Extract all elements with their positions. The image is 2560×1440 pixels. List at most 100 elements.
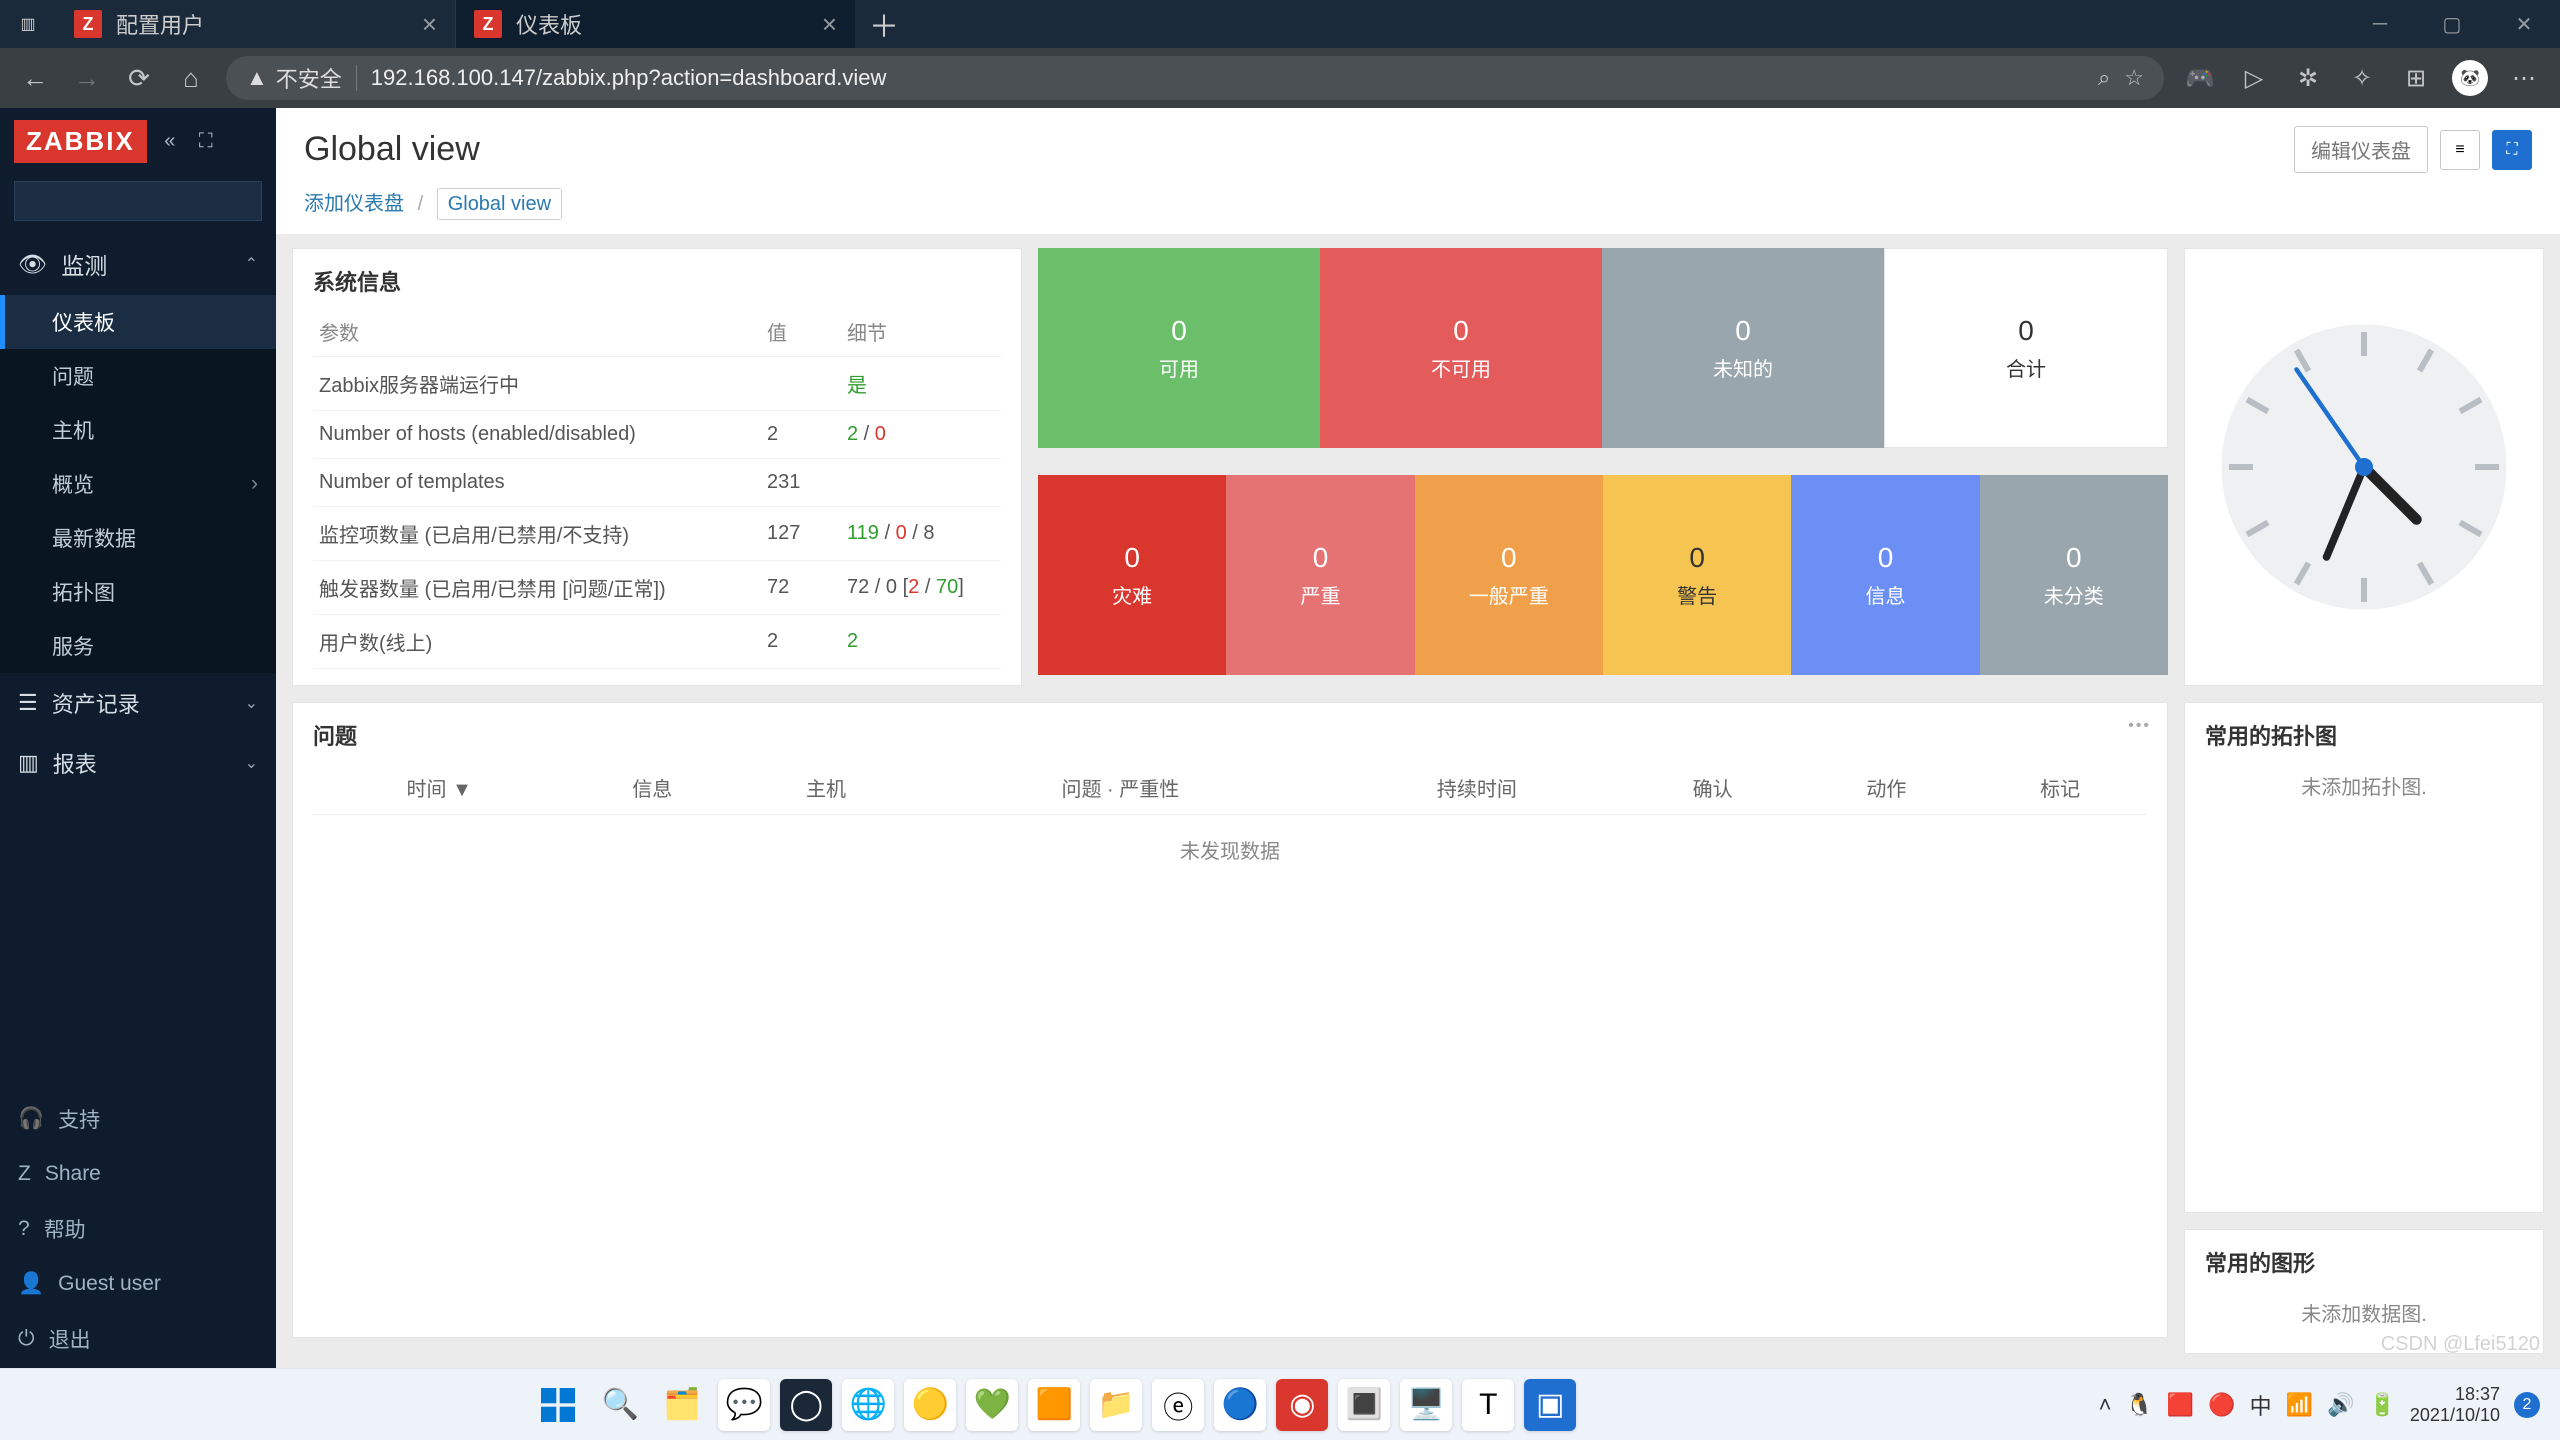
sidebar-bottom-item[interactable]: 👤Guest user [0, 1258, 276, 1310]
breadcrumb-root[interactable]: 添加仪表盘 [304, 193, 404, 215]
list-view-button[interactable]: ≡ [2440, 130, 2480, 170]
col-header[interactable]: 问题 · 严重性 [913, 761, 1328, 815]
search-button[interactable]: 🔍 [594, 1379, 646, 1431]
col-header[interactable]: 确认 [1626, 761, 1800, 815]
home-button[interactable]: ⌂ [174, 61, 208, 95]
tile[interactable]: 0一般严重 [1415, 475, 1603, 675]
task-view-button[interactable]: 🗂️ [656, 1379, 708, 1431]
widget-title: 系统信息 [313, 265, 1001, 297]
maximize-button[interactable]: ▢ [2416, 0, 2488, 48]
close-icon[interactable]: × [422, 9, 437, 40]
tile[interactable]: 0可用 [1038, 248, 1320, 448]
tab-0[interactable]: Z 配置用户 × [56, 0, 456, 48]
sidebar-bottom-item[interactable]: 🎧支持 [0, 1090, 276, 1148]
edit-dashboard-button[interactable]: 编辑仪表盘 [2294, 126, 2428, 173]
extensions-icon[interactable]: ✲ [2290, 60, 2326, 96]
tab-1[interactable]: Z 仪表板 × [456, 0, 856, 48]
volume-icon[interactable]: 🔊 [2327, 1392, 2354, 1418]
fullscreen-button[interactable]: ⛶ [2492, 130, 2532, 170]
close-window-button[interactable]: ✕ [2488, 0, 2560, 48]
sidebar-item[interactable]: 拓扑图 [0, 565, 276, 619]
tile[interactable]: 0合计 [1884, 248, 2168, 448]
minimize-button[interactable]: ─ [2344, 0, 2416, 48]
sidebar-bottom-item[interactable]: ZShare [0, 1148, 276, 1200]
sidebar-section-inventory[interactable]: ☰ 资产记录 ⌄ [0, 673, 276, 733]
controller-icon[interactable]: 🎮 [2182, 60, 2218, 96]
favorite-icon[interactable]: ☆ [2124, 65, 2144, 91]
start-button[interactable] [532, 1379, 584, 1431]
app-icon[interactable]: ▣ [1524, 1379, 1576, 1431]
bar-icon: ▥ [18, 750, 39, 776]
sidebar-item[interactable]: 仪表板 [0, 295, 276, 349]
forward-button[interactable]: → [70, 61, 104, 95]
vm-icon[interactable]: 🟧 [1028, 1379, 1080, 1431]
col-header[interactable]: 时间 ▼ [313, 761, 565, 815]
play-icon[interactable]: ▷ [2236, 60, 2272, 96]
tile[interactable]: 0未分类 [1980, 475, 2168, 675]
popout-icon[interactable]: ⛶ [193, 129, 219, 155]
tile[interactable]: 0灾难 [1038, 475, 1226, 675]
zabbix-logo[interactable]: ZABBIX [14, 120, 147, 163]
col-header[interactable]: 动作 [1799, 761, 1973, 815]
search-icon[interactable]: ⌕ [2098, 65, 2110, 91]
col-header[interactable]: 持续时间 [1328, 761, 1626, 815]
tray-clock[interactable]: 18:37 2021/10/10 [2410, 1384, 2500, 1425]
sidebar-item[interactable]: 服务 [0, 619, 276, 673]
breadcrumb-current[interactable]: Global view [437, 188, 562, 220]
tab-overview-icon[interactable]: ▥ [0, 0, 56, 48]
tile[interactable]: 0未知的 [1602, 248, 1884, 448]
col-header[interactable]: 信息 [565, 761, 739, 815]
chrome-icon[interactable]: 🔵 [1214, 1379, 1266, 1431]
sidebar-bottom-item[interactable]: ⏻退出 [0, 1310, 276, 1368]
sidebar-search[interactable]: ⌕ [14, 181, 262, 221]
netease-icon[interactable]: ◉ [1276, 1379, 1328, 1431]
reload-button[interactable]: ⟳ [122, 61, 156, 95]
more-icon[interactable]: ⋯ [2506, 60, 2542, 96]
param: 触发器数量 (已启用/已禁用 [问题/正常]) [313, 561, 761, 615]
system-tray[interactable]: ˄ 🐧 🟥 🔴 中 📶 🔊 🔋 18:37 2021/10/10 2 [2099, 1384, 2540, 1425]
qq-icon[interactable]: 🐧 [2125, 1392, 2152, 1418]
ime-icon[interactable]: 中 [2250, 1389, 2272, 1421]
sidebar-item[interactable]: 概览› [0, 457, 276, 511]
app-icon[interactable]: 🟡 [904, 1379, 956, 1431]
collapse-icon[interactable]: « [157, 129, 183, 155]
ie-icon[interactable]: ⓔ [1152, 1379, 1204, 1431]
notifications-icon[interactable]: 2 [2514, 1392, 2540, 1418]
sidebar-item[interactable]: 问题 [0, 349, 276, 403]
tile[interactable]: 0不可用 [1320, 248, 1602, 448]
close-icon[interactable]: × [822, 9, 837, 40]
tray-icon[interactable]: 🟥 [2167, 1392, 2194, 1418]
sidebar-item[interactable]: 主机 [0, 403, 276, 457]
explorer-icon[interactable]: 📁 [1090, 1379, 1142, 1431]
tile[interactable]: 0信息 [1791, 475, 1979, 675]
edge-icon[interactable]: 🌐 [842, 1379, 894, 1431]
col-header[interactable]: 主机 [739, 761, 913, 815]
sidebar-section-monitoring[interactable]: 👁 监测 ⌃ [0, 233, 276, 295]
text-icon[interactable]: T [1462, 1379, 1514, 1431]
tile[interactable]: 0严重 [1226, 475, 1414, 675]
app-icon[interactable]: 🔳 [1338, 1379, 1390, 1431]
favorites-icon[interactable]: ✧ [2344, 60, 2380, 96]
battery-icon[interactable]: 🔋 [2369, 1392, 2396, 1418]
detail: 是 [841, 357, 1001, 411]
steam-icon[interactable]: ◯ [780, 1379, 832, 1431]
app-icon[interactable]: 🖥️ [1400, 1379, 1452, 1431]
collections-icon[interactable]: ⊞ [2398, 60, 2434, 96]
new-tab-button[interactable]: ＋ [856, 0, 912, 48]
search-input[interactable] [25, 190, 290, 213]
address-bar[interactable]: ▲ 不安全 192.168.100.147/zabbix.php?action=… [226, 56, 2164, 100]
tray-icon[interactable]: 🔴 [2208, 1392, 2235, 1418]
widget-menu-icon[interactable]: ••• [2128, 717, 2151, 735]
sidebar-item[interactable]: 最新数据 [0, 511, 276, 565]
sidebar-section-reports[interactable]: ▥ 报表 ⌄ [0, 733, 276, 793]
wechat-icon[interactable]: 💚 [966, 1379, 1018, 1431]
col-header[interactable]: 标记 [1973, 761, 2147, 815]
back-button[interactable]: ← [18, 61, 52, 95]
profile-avatar[interactable]: 🐼 [2452, 60, 2488, 96]
chat-icon[interactable]: 💬 [718, 1379, 770, 1431]
sidebar-bottom-item[interactable]: ?帮助 [0, 1200, 276, 1258]
tile[interactable]: 0警告 [1603, 475, 1791, 675]
chevron-up-icon[interactable]: ˄ [2099, 1392, 2112, 1418]
wifi-icon[interactable]: 📶 [2286, 1392, 2313, 1418]
page-title: Global view [304, 130, 480, 169]
